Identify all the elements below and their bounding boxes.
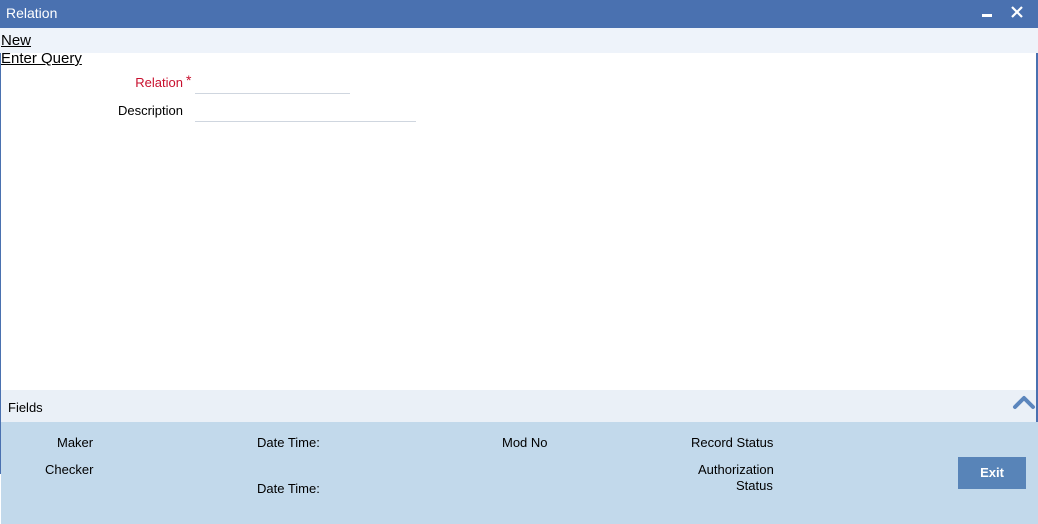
chevron-up-icon[interactable] [1012,394,1036,410]
enter-query-link[interactable]: Enter Query [1,50,82,67]
toolbar [0,28,1038,53]
relation-label: Relation [135,75,183,90]
record-status-label: Record Status [691,435,774,450]
description-label: Description [117,103,183,118]
close-icon [1011,6,1023,18]
minimize-button[interactable] [978,2,996,24]
exit-button[interactable]: Exit [958,457,1026,489]
close-button[interactable] [1008,2,1026,24]
new-link[interactable]: New [1,32,31,49]
maker-datetime-label: Date Time: [257,435,320,450]
description-input[interactable] [195,103,416,122]
window-title: Relation [6,5,58,21]
checker-datetime-label: Date Time: [257,481,320,496]
minimize-icon [982,14,992,17]
mod-no-label: Mod No [502,435,548,450]
title-bar: Relation [0,0,1038,28]
relation-input[interactable] [195,75,350,94]
authorization-status-label: Authorization [698,462,774,477]
checker-label: Checker [45,462,94,477]
authorization-status-label-line2: Status [736,478,773,493]
maker-label: Maker [57,435,94,450]
fields-label: Fields [8,400,43,415]
required-marker: * [186,72,192,88]
fields-bar: Fields [1,390,1036,422]
